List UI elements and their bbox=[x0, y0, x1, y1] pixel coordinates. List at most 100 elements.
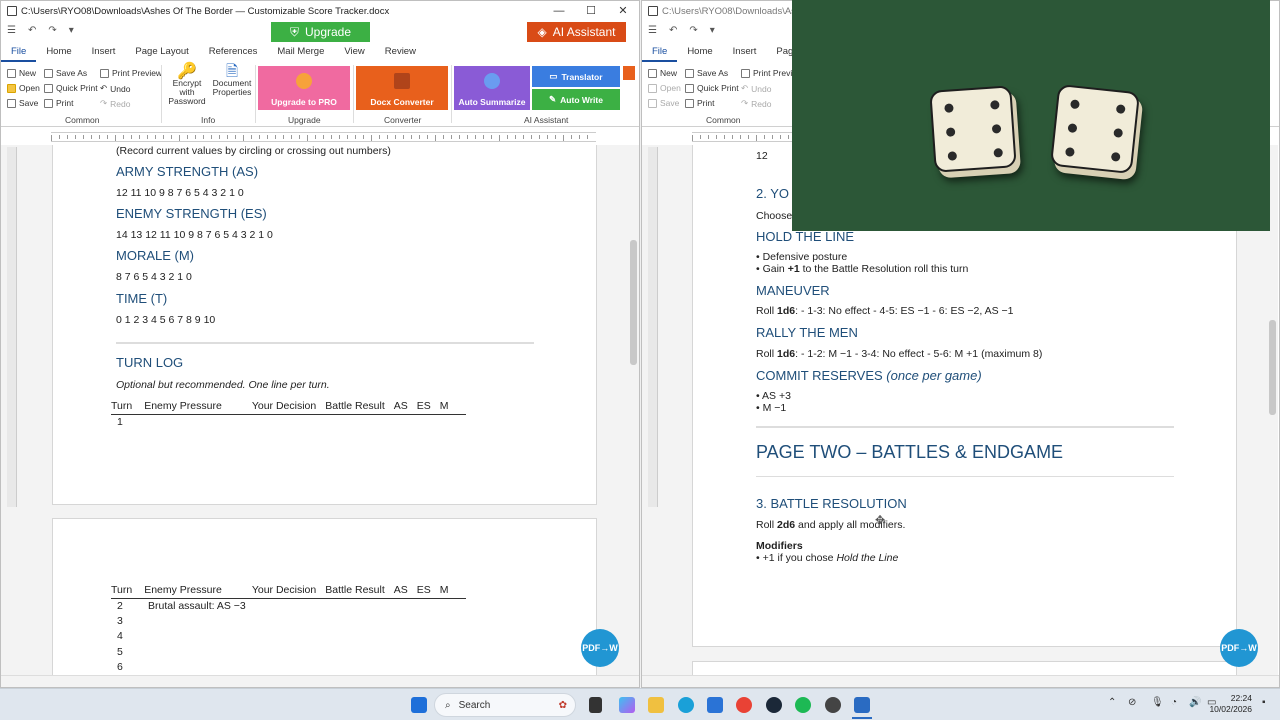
docx-converter-button[interactable]: Docx Converter bbox=[356, 66, 448, 110]
new-button[interactable]: New bbox=[7, 68, 36, 78]
ruler-tick bbox=[435, 135, 436, 141]
tab-view[interactable]: View bbox=[334, 45, 374, 62]
tab-insert[interactable]: Insert bbox=[723, 45, 767, 62]
left-document-window: C:\Users\RYO08\Downloads\Ashes Of The Bo… bbox=[0, 0, 640, 688]
redo-icon: ↷ bbox=[741, 98, 748, 109]
floppy-icon bbox=[648, 99, 657, 108]
volume-icon[interactable]: 🔊 bbox=[1189, 697, 1201, 708]
network-icon[interactable]: ⊘ bbox=[1128, 697, 1136, 708]
ruler-tick bbox=[131, 135, 132, 139]
die-pip bbox=[1111, 152, 1121, 162]
edge-icon[interactable] bbox=[678, 697, 694, 713]
chevron-down-icon[interactable]: ▾ bbox=[69, 25, 74, 36]
spotify-icon[interactable] bbox=[795, 697, 811, 713]
tab-page-layout[interactable]: Page Layout bbox=[125, 45, 198, 62]
steam-icon[interactable] bbox=[766, 697, 782, 713]
tab-file[interactable]: File bbox=[1, 45, 36, 62]
taskbar-search[interactable]: ⌕Search✿ bbox=[434, 693, 576, 717]
group-common: Common bbox=[706, 115, 740, 125]
chevron-down-icon[interactable]: ▾ bbox=[710, 25, 715, 36]
windows-start-icon[interactable] bbox=[411, 697, 427, 713]
tab-review[interactable]: Review bbox=[375, 45, 426, 62]
top-number: 12 bbox=[756, 150, 768, 162]
undo-arrow-icon[interactable]: ↶ bbox=[28, 25, 36, 36]
close-icon[interactable]: ✕ bbox=[607, 1, 639, 21]
scroll-thumb[interactable] bbox=[1269, 320, 1276, 415]
undo-arrow-icon[interactable]: ↶ bbox=[669, 25, 677, 36]
undo-button[interactable]: ↶Undo bbox=[100, 83, 130, 94]
ruler-tick bbox=[459, 135, 460, 139]
tab-home[interactable]: Home bbox=[677, 45, 722, 62]
tab-insert[interactable]: Insert bbox=[82, 45, 126, 62]
print-button[interactable]: Print bbox=[685, 98, 714, 108]
menu-icon[interactable]: ☰ bbox=[648, 25, 657, 36]
quick-print-button[interactable]: Quick Print bbox=[44, 83, 98, 93]
translator-button[interactable]: ▭Translator bbox=[532, 66, 620, 87]
new-button[interactable]: New bbox=[648, 68, 677, 78]
open-button[interactable]: Open bbox=[7, 83, 40, 93]
redo-button[interactable]: ↷Redo bbox=[100, 98, 130, 109]
time-heading: TIME (T) bbox=[116, 291, 167, 306]
save-button[interactable]: Save bbox=[648, 98, 679, 108]
app-icon bbox=[7, 6, 17, 16]
printer-icon bbox=[685, 99, 694, 108]
vertical-ruler[interactable] bbox=[648, 147, 658, 507]
ruler-tick bbox=[467, 135, 468, 139]
save-as-button[interactable]: Save As bbox=[685, 68, 728, 78]
battle-resolution-heading: 3. BATTLE RESOLUTION bbox=[756, 496, 907, 511]
save-as-button[interactable]: Save As bbox=[44, 68, 87, 78]
print-preview-button[interactable]: Print Preview bbox=[100, 68, 162, 78]
microphone-icon[interactable]: 🎙 bbox=[1151, 697, 1164, 708]
redo-button[interactable]: ↷Redo bbox=[741, 98, 771, 109]
encrypt-password-button[interactable]: 🔑Encrypt with Password bbox=[165, 67, 209, 106]
open-button[interactable]: Open bbox=[648, 83, 681, 93]
tab-home[interactable]: Home bbox=[36, 45, 81, 62]
outlook-icon[interactable] bbox=[707, 697, 723, 713]
extra-tool-icon[interactable] bbox=[623, 66, 635, 80]
ruler-tick bbox=[587, 135, 588, 139]
table-row-turn: 2 bbox=[117, 600, 123, 612]
redo-arrow-icon[interactable]: ↷ bbox=[689, 25, 697, 36]
ruler-tick bbox=[347, 135, 348, 139]
word-processor-icon[interactable] bbox=[854, 697, 870, 713]
ai-assistant-button[interactable]: ◈AI Assistant bbox=[527, 22, 626, 42]
notification-icon[interactable]: ▪ bbox=[1262, 697, 1266, 708]
horizontal-scrollbar[interactable] bbox=[642, 675, 1279, 687]
tab-references[interactable]: References bbox=[199, 45, 268, 62]
section-2-heading: 2. YO bbox=[756, 186, 789, 201]
save-button[interactable]: Save bbox=[7, 98, 38, 108]
tab-mail-merge[interactable]: Mail Merge bbox=[267, 45, 334, 62]
col-turn: Turn bbox=[111, 584, 132, 596]
quick-print-button[interactable]: Quick Print bbox=[685, 83, 739, 93]
clock[interactable]: 22:24 10/02/2026 bbox=[1209, 693, 1252, 715]
ruler-tick bbox=[571, 135, 572, 139]
pdf-to-word-badge[interactable]: PDF→W bbox=[1220, 629, 1258, 667]
die-pip bbox=[993, 148, 1003, 158]
copilot-icon[interactable] bbox=[619, 697, 635, 713]
wifi-icon[interactable]: ◔ bbox=[1171, 697, 1177, 708]
chrome-icon[interactable] bbox=[736, 697, 752, 713]
task-view-icon[interactable] bbox=[589, 697, 602, 713]
undo-button[interactable]: ↶Undo bbox=[741, 83, 771, 94]
tab-file[interactable]: File bbox=[642, 45, 677, 62]
print-button[interactable]: Print bbox=[44, 98, 73, 108]
file-explorer-icon[interactable] bbox=[648, 697, 664, 713]
vertical-ruler[interactable] bbox=[7, 147, 17, 507]
undo-icon: ↶ bbox=[100, 83, 107, 94]
menu-icon[interactable]: ☰ bbox=[7, 25, 16, 36]
horizontal-scrollbar[interactable] bbox=[1, 675, 639, 687]
maximize-icon[interactable]: ☐ bbox=[575, 1, 607, 21]
vertical-scrollbar[interactable] bbox=[628, 145, 639, 677]
chevron-up-icon[interactable]: ⌃ bbox=[1108, 697, 1116, 708]
horizontal-ruler[interactable] bbox=[51, 132, 596, 142]
upgrade-button[interactable]: ⛨Upgrade bbox=[271, 22, 370, 42]
auto-write-button[interactable]: ✎Auto Write bbox=[532, 89, 620, 110]
auto-summarize-button[interactable]: Auto Summarize bbox=[454, 66, 530, 110]
minimize-icon[interactable]: — bbox=[543, 1, 575, 21]
document-properties-button[interactable]: 🗎Document Properties bbox=[211, 67, 253, 97]
upgrade-to-pro-button[interactable]: Upgrade to PRO bbox=[258, 66, 350, 110]
app-icon[interactable] bbox=[825, 697, 841, 713]
pdf-to-word-badge[interactable]: PDF→W bbox=[581, 629, 619, 667]
scroll-thumb[interactable] bbox=[630, 240, 637, 365]
redo-arrow-icon[interactable]: ↷ bbox=[48, 25, 56, 36]
